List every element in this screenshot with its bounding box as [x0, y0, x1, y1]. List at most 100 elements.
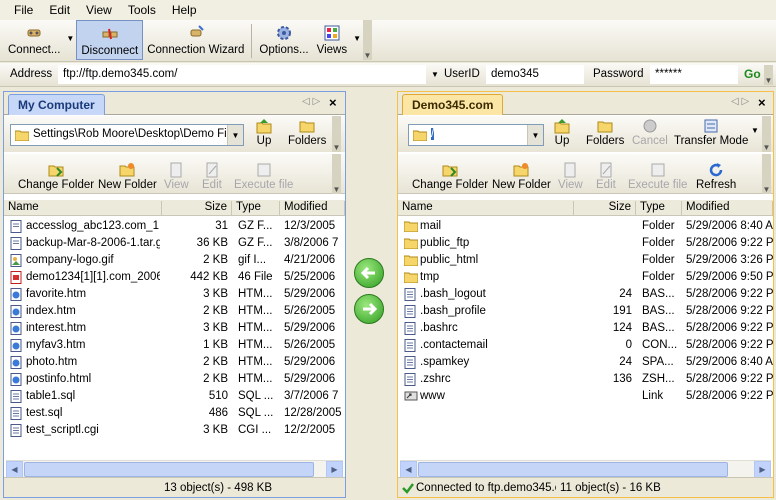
column-name[interactable]: Name — [398, 201, 574, 215]
remote-tabbar: Demo345.com ◁ ▷ × — [398, 92, 773, 115]
remote-cancel-button[interactable]: Cancel — [632, 118, 668, 147]
connect-button[interactable]: Connect... — [4, 20, 64, 60]
menu-help[interactable]: Help — [166, 3, 203, 17]
local-toolbar-overflow-icon[interactable]: ▼ — [332, 116, 341, 152]
file-size: 2 KB — [203, 356, 228, 368]
file-type: BAS... — [642, 305, 675, 317]
password-input[interactable]: ****** — [650, 65, 738, 84]
scroll-right-icon[interactable]: ▶ — [326, 461, 343, 478]
column-modified[interactable]: Modified — [682, 201, 773, 215]
file-type: SPA... — [642, 356, 674, 368]
file-row[interactable]: .zshrc 136 ZSH... 5/28/2006 9:22 P — [398, 371, 773, 388]
toolbar-overflow-icon[interactable]: ▼ — [363, 20, 372, 60]
scroll-left-icon[interactable]: ◀ — [400, 461, 417, 478]
chevron-down-icon[interactable]: ▼ — [527, 125, 543, 145]
remote-toolbar-overflow-icon[interactable]: ▼ — [762, 116, 771, 152]
remote-path-combo[interactable]: / ▼ — [408, 124, 544, 146]
chevron-down-icon[interactable]: ▼ — [227, 125, 243, 145]
remote-execute-button[interactable]: Execute file — [628, 162, 687, 191]
menu-view[interactable]: View — [80, 3, 118, 17]
address-dropdown-icon[interactable]: ▼ — [430, 65, 440, 84]
menu-edit[interactable]: Edit — [43, 3, 76, 17]
file-row[interactable]: table1.sql 510 SQL ... 3/7/2006 7 — [4, 388, 345, 405]
file-row[interactable]: .bash_logout 24 BAS... 5/28/2006 9:22 P — [398, 286, 773, 303]
remote-up-button[interactable]: Up — [554, 118, 570, 147]
column-size[interactable]: Size — [162, 201, 232, 215]
local-execute-button[interactable]: Execute file — [234, 162, 293, 191]
file-row[interactable]: public_ftp Folder 5/28/2006 9:22 P — [398, 235, 773, 252]
local-pane: My Computer ◁ ▷ × Settings\Rob Moore\Des… — [3, 91, 346, 498]
refresh-button[interactable]: Refresh — [696, 162, 736, 191]
remote-edit-button[interactable]: Edit — [596, 162, 616, 191]
scroll-left-icon[interactable]: ◀ — [6, 461, 23, 478]
go-button[interactable]: Go — [744, 67, 761, 81]
local-edit-button[interactable]: Edit — [202, 162, 222, 191]
views-button[interactable]: Views — [313, 20, 351, 60]
remote-horizontal-scrollbar[interactable]: ◀ ▶ — [400, 460, 771, 478]
menu-file[interactable]: File — [8, 3, 39, 17]
column-size[interactable]: Size — [574, 201, 636, 215]
options-button[interactable]: Options... — [255, 20, 312, 60]
file-row[interactable]: www Link 5/28/2006 9:22 P — [398, 388, 773, 405]
tab-scroll-icon[interactable]: ◁ ▷ — [302, 96, 320, 107]
local-up-button[interactable]: Up — [256, 118, 272, 147]
file-row[interactable]: index.htm 2 KB HTM... 5/26/2005 — [4, 303, 345, 320]
column-type[interactable]: Type — [232, 201, 280, 215]
local-tabbar: My Computer ◁ ▷ × — [4, 92, 345, 115]
close-icon[interactable]: × — [329, 95, 337, 110]
userid-input[interactable]: demo345 — [486, 65, 584, 84]
file-row[interactable]: .spamkey 24 SPA... 5/29/2006 8:40 A — [398, 354, 773, 371]
file-row[interactable]: interest.htm 3 KB HTM... 5/29/2006 — [4, 320, 345, 337]
column-name[interactable]: Name — [4, 201, 162, 215]
file-row[interactable]: test_scriptl.cgi 3 KB CGI ... 12/2/2005 — [4, 422, 345, 439]
file-row[interactable]: backup-Mar-8-2006-1.tar.gz 36 KB GZ F... 3/… — [4, 235, 345, 252]
views-dropdown-icon[interactable]: ▼ — [351, 34, 363, 43]
file-row[interactable]: .contactemail 0 CON... 5/28/2006 9:22 P — [398, 337, 773, 354]
file-icon — [10, 322, 22, 335]
file-row[interactable]: tmp Folder 5/29/2006 9:50 P — [398, 269, 773, 286]
file-row[interactable]: postinfo.html 2 KB HTM... 5/29/2006 — [4, 371, 345, 388]
close-icon[interactable]: × — [758, 95, 766, 110]
file-row[interactable]: photo.htm 2 KB HTM... 5/29/2006 — [4, 354, 345, 371]
menu-tools[interactable]: Tools — [122, 3, 162, 17]
file-row[interactable]: mail Folder 5/29/2006 8:40 A — [398, 218, 773, 235]
file-row[interactable]: accesslog_abc123.com_1... 31 GZ F... 12/3/2… — [4, 218, 345, 235]
scroll-right-icon[interactable]: ▶ — [754, 461, 771, 478]
tab-scroll-icon[interactable]: ◁ ▷ — [731, 96, 749, 107]
column-type[interactable]: Type — [636, 201, 682, 215]
connection-wizard-button[interactable]: Connection Wizard — [143, 20, 248, 60]
file-row[interactable]: favorite.htm 3 KB HTM... 5/29/2006 — [4, 286, 345, 303]
file-row[interactable]: .bashrc 124 BAS... 5/28/2006 9:22 P — [398, 320, 773, 337]
transfer-mode-button[interactable]: Transfer Mode — [674, 118, 748, 147]
file-row[interactable]: public_html Folder 5/29/2006 3:26 P — [398, 252, 773, 269]
addressbar-overflow-icon[interactable]: ▼ — [764, 65, 773, 85]
local-new-folder-button[interactable]: New Folder — [98, 162, 157, 191]
tab-my-computer[interactable]: My Computer — [8, 94, 105, 115]
scroll-thumb[interactable] — [24, 462, 314, 477]
local-folders-button[interactable]: Folders — [288, 118, 326, 147]
local-action-overflow-icon[interactable]: ▼ — [332, 154, 341, 194]
file-row[interactable]: test.sql 486 SQL ... 12/28/2005 — [4, 405, 345, 422]
file-row[interactable]: demo1234[1][1].com_2006... 442 KB 46 File 5… — [4, 269, 345, 286]
remote-new-folder-button[interactable]: New Folder — [492, 162, 551, 191]
disconnect-button[interactable]: Disconnect — [76, 20, 144, 60]
remote-view-button[interactable]: View — [558, 162, 583, 191]
connect-dropdown-icon[interactable]: ▼ — [64, 34, 76, 43]
file-row[interactable]: myfav3.htm 1 KB HTM... 5/26/2005 — [4, 337, 345, 354]
remote-action-overflow-icon[interactable]: ▼ — [762, 154, 771, 194]
scroll-thumb[interactable] — [418, 462, 728, 477]
tab-demo345[interactable]: Demo345.com — [402, 94, 504, 115]
upload-arrow-button[interactable] — [354, 294, 384, 324]
transfer-mode-dropdown-icon[interactable]: ▼ — [751, 126, 759, 135]
local-horizontal-scrollbar[interactable]: ◀ ▶ — [6, 460, 343, 478]
local-view-button[interactable]: View — [164, 162, 189, 191]
remote-folders-button[interactable]: Folders — [586, 118, 624, 147]
local-change-folder-button[interactable]: Change Folder — [18, 162, 94, 191]
file-row[interactable]: company-logo.gif 2 KB gif I... 4/21/2006 — [4, 252, 345, 269]
address-input[interactable]: ftp://ftp.demo345.com/ — [58, 65, 426, 84]
download-arrow-button[interactable] — [354, 258, 384, 288]
local-path-combo[interactable]: Settings\Rob Moore\Desktop\Demo Files ▼ — [10, 124, 244, 146]
file-row[interactable]: .bash_profile 191 BAS... 5/28/2006 9:22 P — [398, 303, 773, 320]
remote-change-folder-button[interactable]: Change Folder — [412, 162, 488, 191]
column-modified[interactable]: Modified — [280, 201, 345, 215]
